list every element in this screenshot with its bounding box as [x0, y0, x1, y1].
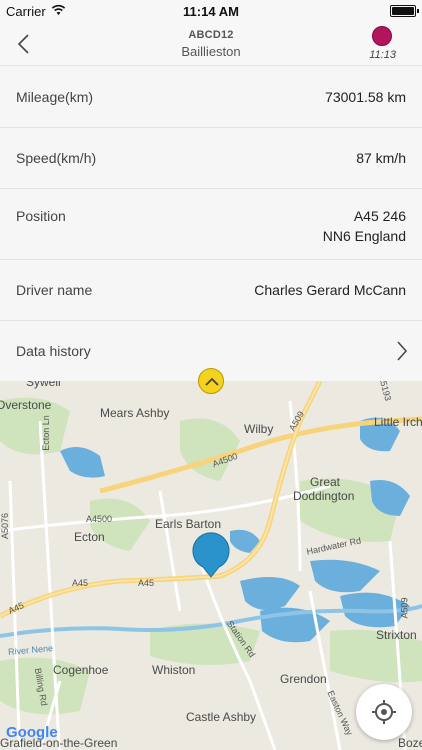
driver-value: Charles Gerard McCann [254, 282, 406, 298]
speed-label: Speed(km/h) [16, 150, 97, 166]
mileage-label: Mileage(km) [16, 89, 94, 105]
clock: 11:14 AM [183, 4, 239, 19]
place-label: Strixton [376, 628, 417, 642]
position-label: Position [16, 208, 66, 224]
status-bar: Carrier 11:14 AM [0, 0, 422, 22]
nav-bar: ABCD12 Baillieston 11:13 [0, 22, 422, 66]
place-label: Overstone [0, 398, 52, 412]
speed-value: 87 km/h [356, 150, 406, 166]
position-value-region: NN6 England [322, 228, 406, 244]
vehicle-marker [192, 532, 230, 578]
place-label: Little Irchester [374, 415, 422, 429]
place-label: Great [310, 475, 341, 489]
chevron-right-icon [397, 341, 408, 361]
mileage-row: Mileage(km) 73001.58 km [0, 67, 422, 128]
status-indicator [372, 26, 392, 46]
speed-row: Speed(km/h) 87 km/h [0, 128, 422, 189]
place-label: Sywell [26, 381, 61, 389]
road-label: A5076 [0, 512, 11, 540]
driver-row: Driver name Charles Gerard McCann [0, 260, 422, 321]
data-history-label: Data history [16, 343, 91, 359]
place-label: Whiston [152, 663, 196, 677]
road-label: A45 [72, 578, 89, 588]
vehicle-location: Baillieston [181, 44, 241, 59]
position-row: Position A45 246 NN6 England [0, 189, 422, 260]
vehicle-id: ABCD12 [188, 29, 234, 41]
mileage-value: 73001.58 km [325, 89, 406, 105]
google-logo: Google [6, 724, 58, 741]
place-label: Ecton [74, 530, 105, 544]
place-label: Cogenhoe [53, 663, 109, 677]
road-label: A4500 [86, 514, 113, 524]
road-label: A45 [138, 578, 155, 588]
place-label: Mears Ashby [100, 406, 170, 420]
place-label: Earls Barton [155, 517, 222, 531]
place-label: Doddington [293, 489, 355, 503]
driver-label: Driver name [16, 282, 93, 298]
collapse-map-button[interactable] [198, 368, 224, 394]
my-location-button[interactable] [356, 684, 412, 740]
place-label: Grendon [280, 672, 327, 686]
crosshair-icon [372, 700, 396, 724]
position-value-road: A45 246 [353, 208, 406, 224]
battery-icon [390, 5, 419, 17]
road-label: A509 [399, 597, 410, 619]
last-update-time: 11:13 [369, 49, 396, 61]
road-label: Ecton Ln [40, 415, 51, 451]
vehicle-info-list: Mileage(km) 73001.58 km Speed(km/h) 87 k… [0, 67, 422, 381]
place-label: Castle Ashby [186, 710, 257, 724]
place-label: Wilby [244, 422, 274, 436]
chevron-up-icon [205, 377, 219, 386]
